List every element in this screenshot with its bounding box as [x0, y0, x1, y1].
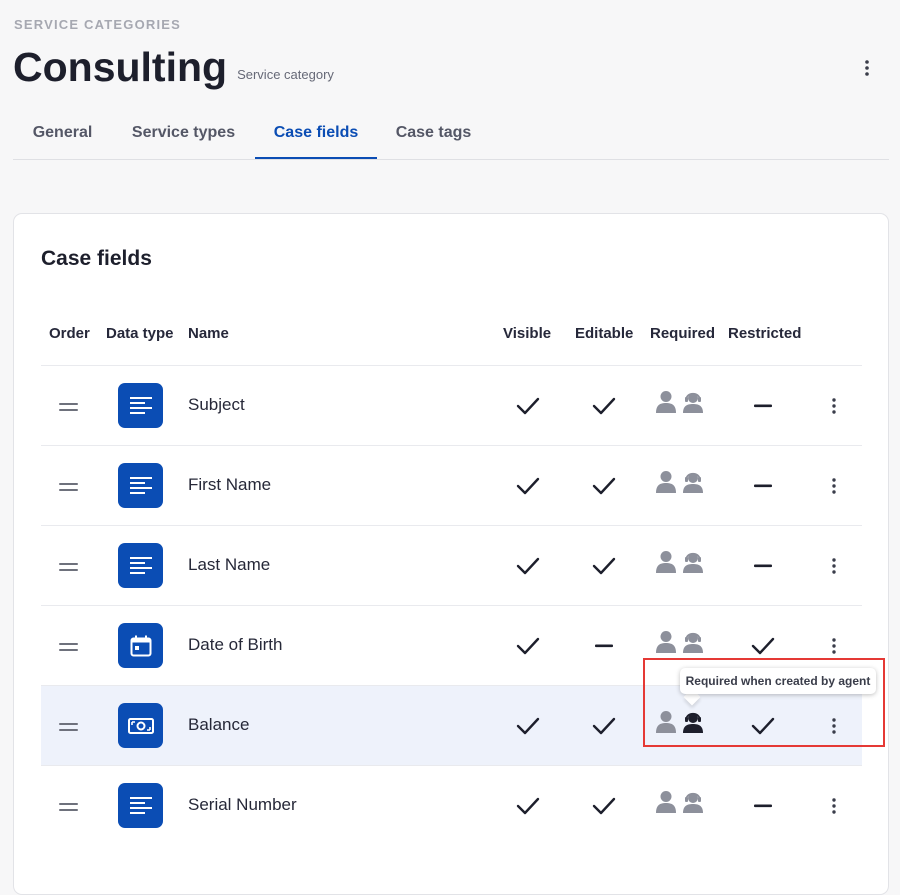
row-more-options-icon[interactable]: [824, 632, 844, 660]
field-name: Last Name: [188, 555, 271, 574]
editable-status-icon: [589, 551, 619, 581]
restricted-status-icon: [748, 391, 778, 421]
required-indicators: [655, 790, 704, 819]
column-header-data-type: Data type: [106, 325, 174, 342]
visible-status-icon: [513, 791, 543, 821]
drag-handle-icon[interactable]: [59, 403, 78, 411]
agent-headset-icon[interactable]: [682, 630, 704, 659]
editable-status-icon: [589, 471, 619, 501]
tab-case-fields[interactable]: Case fields: [255, 114, 377, 159]
column-header-required: Required: [650, 325, 716, 342]
table-row[interactable]: Serial Number: [41, 765, 862, 846]
row-more-options-icon[interactable]: [824, 392, 844, 420]
table-row[interactable]: Last Name: [41, 525, 862, 606]
agent-headset-icon[interactable]: [682, 550, 704, 579]
table-row[interactable]: Subject: [41, 365, 862, 446]
visible-status-icon: [513, 471, 543, 501]
tab-bar: General Service types Case fields Case t…: [13, 114, 889, 160]
tab-general[interactable]: General: [13, 114, 112, 158]
restricted-status-icon: [748, 551, 778, 581]
customer-icon[interactable]: [655, 470, 677, 499]
editable-status-icon: [589, 631, 619, 661]
table-row[interactable]: First Name: [41, 445, 862, 526]
restricted-status-icon: [748, 631, 778, 661]
column-header-restricted: Restricted: [728, 325, 802, 342]
customer-icon[interactable]: [655, 390, 677, 419]
visible-status-icon: [513, 631, 543, 661]
column-header-visible: Visible: [503, 325, 552, 342]
field-name: Date of Birth: [188, 635, 283, 654]
annotation-highlight-box: [643, 658, 885, 747]
column-header-name: Name: [188, 325, 229, 342]
visible-status-icon: [513, 551, 543, 581]
text-icon: [118, 543, 163, 588]
text-icon: [118, 383, 163, 428]
text-icon: [118, 463, 163, 508]
row-more-options-icon[interactable]: [824, 552, 844, 580]
agent-headset-icon[interactable]: [682, 790, 704, 819]
customer-icon[interactable]: [655, 790, 677, 819]
restricted-status-icon: [748, 791, 778, 821]
text-icon: [118, 783, 163, 828]
case-fields-card: Case fields Order Data type Name Visible…: [13, 213, 889, 895]
required-indicators: [655, 630, 704, 659]
drag-handle-icon[interactable]: [59, 483, 78, 491]
money-icon: [118, 703, 163, 748]
more-options-icon[interactable]: [855, 55, 879, 81]
page-subtitle: Service category: [237, 67, 334, 82]
row-more-options-icon[interactable]: [824, 792, 844, 820]
editable-status-icon: [589, 791, 619, 821]
visible-status-icon: [513, 711, 543, 741]
drag-handle-icon[interactable]: [59, 803, 78, 811]
field-name: Serial Number: [188, 795, 297, 814]
field-name: First Name: [188, 475, 272, 494]
drag-handle-icon[interactable]: [59, 643, 78, 651]
drag-handle-icon[interactable]: [59, 563, 78, 571]
column-header-editable: Editable: [575, 325, 634, 342]
customer-icon[interactable]: [655, 550, 677, 579]
card-title: Case fields: [41, 247, 152, 270]
breadcrumb[interactable]: SERVICE CATEGORIES: [14, 17, 181, 32]
drag-handle-icon[interactable]: [59, 723, 78, 731]
tab-service-types[interactable]: Service types: [118, 114, 249, 158]
required-indicators: [655, 550, 704, 579]
page-title: Consulting: [13, 44, 228, 90]
restricted-status-icon: [748, 471, 778, 501]
required-indicators: [655, 390, 704, 419]
required-indicators: [655, 470, 704, 499]
column-header-order: Order: [49, 325, 90, 342]
row-more-options-icon[interactable]: [824, 472, 844, 500]
agent-headset-icon[interactable]: [682, 390, 704, 419]
editable-status-icon: [589, 711, 619, 741]
visible-status-icon: [513, 391, 543, 421]
editable-status-icon: [589, 391, 619, 421]
agent-headset-icon[interactable]: [682, 470, 704, 499]
field-name: Balance: [188, 715, 250, 734]
field-name: Subject: [188, 395, 245, 414]
tab-case-tags[interactable]: Case tags: [383, 114, 484, 158]
customer-icon[interactable]: [655, 630, 677, 659]
calendar-icon: [118, 623, 163, 668]
